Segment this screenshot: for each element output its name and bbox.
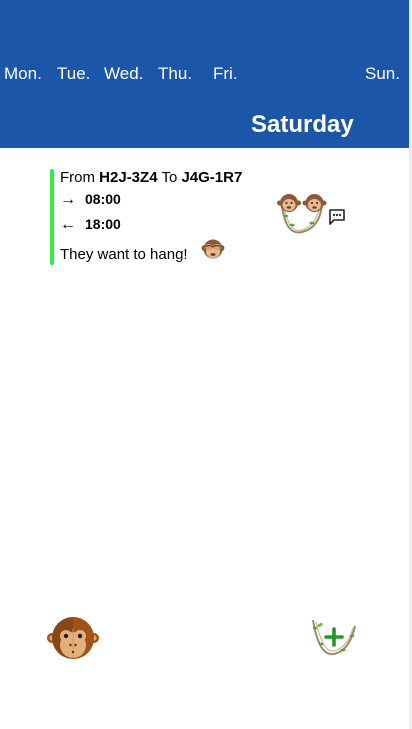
- app-screen: Mon. Tue. Wed. Thu. Fri. Sun. Saturday F…: [0, 0, 412, 729]
- event-status-bar: [50, 169, 54, 265]
- see-no-evil-monkey-icon: [201, 239, 225, 259]
- day-tab-fri[interactable]: Fri.: [213, 64, 238, 84]
- event-route: From H2J-3Z4 To J4G-1R7: [60, 169, 242, 186]
- day-tab-tue[interactable]: Tue.: [57, 64, 90, 84]
- departure-row: → 08:00: [60, 191, 121, 209]
- return-row: ← 18:00: [60, 216, 121, 234]
- monkey-face-icon[interactable]: [47, 614, 99, 662]
- to-label: To: [161, 169, 178, 186]
- day-tab-thu[interactable]: Thu.: [158, 64, 192, 84]
- from-postal-code: H2J-3Z4: [99, 169, 158, 186]
- to-postal-code: J4G-1R7: [181, 169, 243, 186]
- selected-day-title: Saturday: [251, 111, 354, 138]
- return-time: 18:00: [85, 216, 121, 232]
- right-arrow-icon: →: [60, 191, 76, 208]
- from-label: From: [60, 169, 95, 186]
- day-tab-sun[interactable]: Sun.: [365, 64, 400, 84]
- chat-bubble-icon[interactable]: [328, 208, 346, 226]
- event-note: They want to hang!: [60, 246, 188, 263]
- departure-time: 08:00: [85, 191, 121, 207]
- day-tab-mon[interactable]: Mon.: [4, 64, 42, 84]
- week-header: Mon. Tue. Wed. Thu. Fri. Sun. Saturday: [0, 0, 409, 148]
- vine-plus-icon[interactable]: [309, 616, 359, 660]
- day-tab-wed[interactable]: Wed.: [104, 64, 143, 84]
- two-monkeys-on-vine-icon[interactable]: [276, 192, 328, 236]
- left-arrow-icon: ←: [60, 216, 76, 233]
